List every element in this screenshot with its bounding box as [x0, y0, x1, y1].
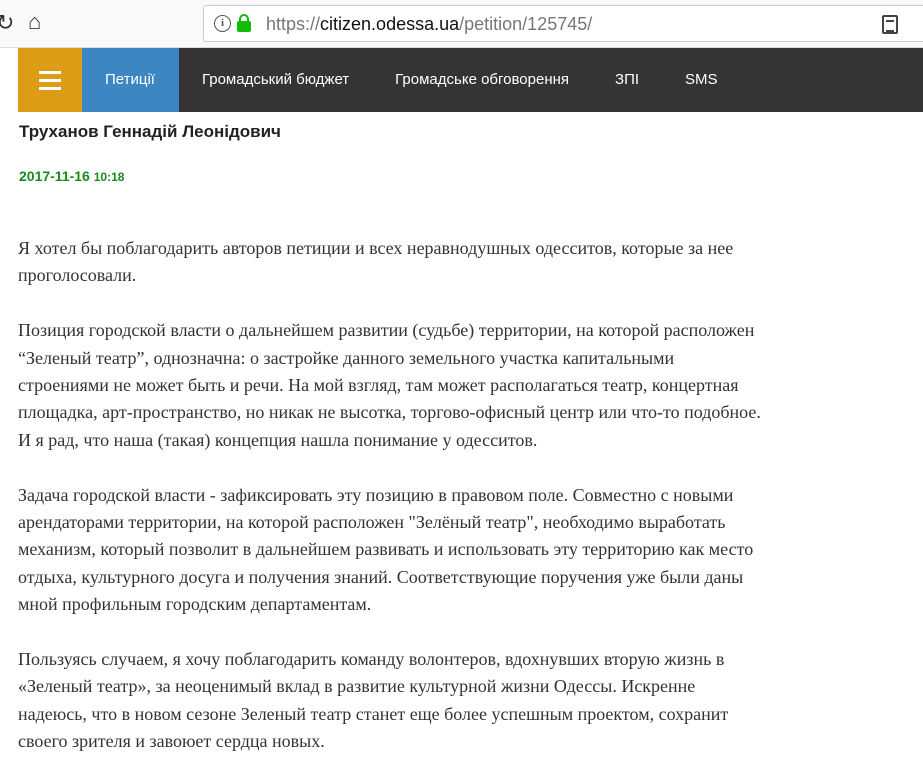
- url-prefix: https://: [266, 14, 320, 34]
- paragraph-line: надеюсь, что в новом сезоне Зеленый теат…: [18, 701, 761, 728]
- paragraph-line: площадка, арт-пространство, но никак не …: [18, 399, 761, 426]
- nav-zpi[interactable]: ЗПІ: [592, 48, 662, 112]
- paragraph-line: своего зрителя и завоюет сердца новых.: [18, 728, 761, 755]
- url-text[interactable]: https://citizen.odessa.ua/petition/12574…: [266, 14, 592, 35]
- reader-view-icon[interactable]: [882, 15, 898, 34]
- paragraph-line: отдыха, культурного досуга и получения з…: [18, 564, 761, 591]
- post-date: 2017-11-16 10:18: [19, 168, 124, 184]
- response-text: Я хотел бы поблагодарить авторов петиции…: [18, 235, 761, 783]
- nav-sms[interactable]: SMS: [662, 48, 741, 112]
- time-value: 10:18: [94, 170, 125, 184]
- nav-public-discussion[interactable]: Громадське обговорення: [372, 48, 592, 112]
- url-domain: citizen.odessa.ua: [320, 14, 459, 34]
- home-icon[interactable]: ⌂: [28, 9, 41, 35]
- date-value: 2017-11-16: [19, 168, 90, 184]
- paragraph-line: механизм, который позволит в дальнейшем …: [18, 536, 761, 563]
- info-icon[interactable]: i: [214, 15, 231, 32]
- paragraph: Пользуясь случаем, я хочу поблагодарить …: [18, 646, 761, 756]
- paragraph-line: «Зеленый театр», за неоценимый вклад в р…: [18, 673, 761, 700]
- browser-toolbar: ↻ ⌂ i https://citizen.odessa.ua/petition…: [0, 0, 923, 48]
- paragraph: Задача городской власти - зафиксировать …: [18, 482, 761, 619]
- lock-icon: [237, 21, 251, 32]
- paragraph-line: арендаторами территории, на которой расп…: [18, 509, 761, 536]
- paragraph: Позиция городской власти о дальнейшем ра…: [18, 317, 761, 454]
- paragraph-line: мной профильным городским департаментам.: [18, 591, 761, 618]
- address-bar[interactable]: i https://citizen.odessa.ua/petition/125…: [203, 5, 923, 42]
- main-nav: Петиції Громадський бюджет Громадське об…: [18, 48, 923, 112]
- paragraph-line: Задача городской власти - зафиксировать …: [18, 482, 761, 509]
- nav-petitions[interactable]: Петиції: [82, 48, 179, 112]
- paragraph-line: Позиция городской власти о дальнейшем ра…: [18, 317, 761, 344]
- reload-icon[interactable]: ↻: [0, 10, 14, 36]
- nav-public-budget[interactable]: Громадський бюджет: [179, 48, 372, 112]
- paragraph-line: “Зеленый театр”, однозначна: о застройке…: [18, 345, 761, 372]
- author-name: Труханов Геннадій Леонідович: [19, 122, 281, 142]
- paragraph-line: И я рад, что наша (такая) концепция нашл…: [18, 427, 761, 454]
- paragraph-line: Пользуясь случаем, я хочу поблагодарить …: [18, 646, 761, 673]
- menu-icon[interactable]: [18, 48, 82, 112]
- paragraph-line: проголосовали.: [18, 262, 761, 289]
- paragraph-line: строениями не может быть и речи. На мой …: [18, 372, 761, 399]
- paragraph-line: Я хотел бы поблагодарить авторов петиции…: [18, 235, 761, 262]
- url-path: /petition/125745/: [459, 14, 592, 34]
- paragraph: Я хотел бы поблагодарить авторов петиции…: [18, 235, 761, 290]
